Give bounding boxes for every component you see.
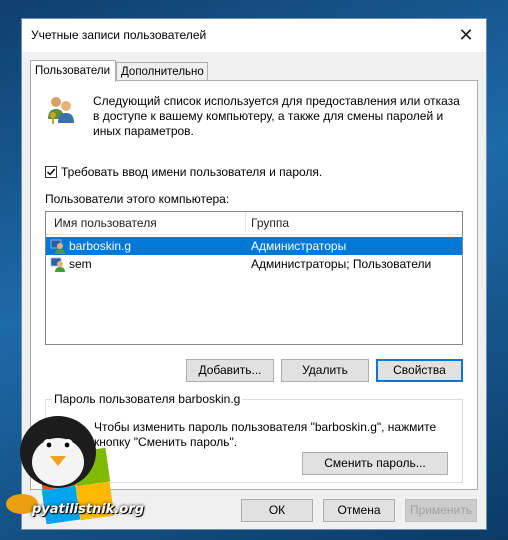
close-button[interactable]: ✕ — [450, 21, 482, 49]
column-divider[interactable] — [245, 212, 246, 233]
users-listview[interactable]: Имя пользователя Группа barboskin.g Адми… — [45, 211, 463, 345]
penguin-logo — [6, 416, 115, 525]
add-user-button[interactable]: Добавить... — [186, 359, 274, 382]
title-bar[interactable]: Учетные записи пользователей ✕ — [22, 19, 486, 52]
watermark-text: pyatilistnik.org — [32, 502, 145, 517]
user-row-barboskin[interactable]: barboskin.g Администраторы — [46, 237, 462, 255]
checkmark-icon — [47, 168, 56, 176]
user-group-cell: Администраторы; Пользователи — [251, 257, 432, 271]
users-icon — [48, 97, 74, 124]
user-row-sem[interactable]: sem Администраторы; Пользователи — [46, 255, 462, 273]
require-password-option[interactable]: Требовать ввод имени пользователя и паро… — [45, 165, 322, 179]
ok-button[interactable]: ОК — [241, 499, 313, 522]
listview-header: Имя пользователя Группа — [46, 212, 462, 235]
window-title: Учетные записи пользователей — [31, 28, 207, 42]
properties-button[interactable]: Свойства — [376, 359, 463, 382]
user-icon — [50, 239, 65, 254]
users-list-label: Пользователи этого компьютера: — [45, 192, 230, 206]
user-name-cell: barboskin.g — [69, 239, 132, 253]
column-header-username[interactable]: Имя пользователя — [54, 216, 157, 230]
cancel-button[interactable]: Отмена — [323, 499, 395, 522]
remove-user-button[interactable]: Удалить — [281, 359, 369, 382]
require-password-label: Требовать ввод имени пользователя и паро… — [61, 165, 323, 179]
column-header-group[interactable]: Группа — [251, 216, 289, 230]
apply-button[interactable]: Применить — [405, 499, 477, 522]
user-name-cell: sem — [69, 257, 92, 271]
change-password-button[interactable]: Сменить пароль... — [302, 452, 448, 475]
require-password-checkbox[interactable] — [45, 166, 57, 178]
description-text: Следующий список используется для предос… — [93, 94, 460, 138]
user-group-cell: Администраторы — [251, 239, 347, 253]
tab-users[interactable]: Пользователи — [30, 60, 116, 82]
user-icon — [50, 257, 65, 272]
tab-advanced[interactable]: Дополнительно — [116, 62, 208, 80]
close-icon: ✕ — [458, 25, 474, 45]
password-description: Чтобы изменить пароль пользователя "barb… — [94, 420, 437, 449]
